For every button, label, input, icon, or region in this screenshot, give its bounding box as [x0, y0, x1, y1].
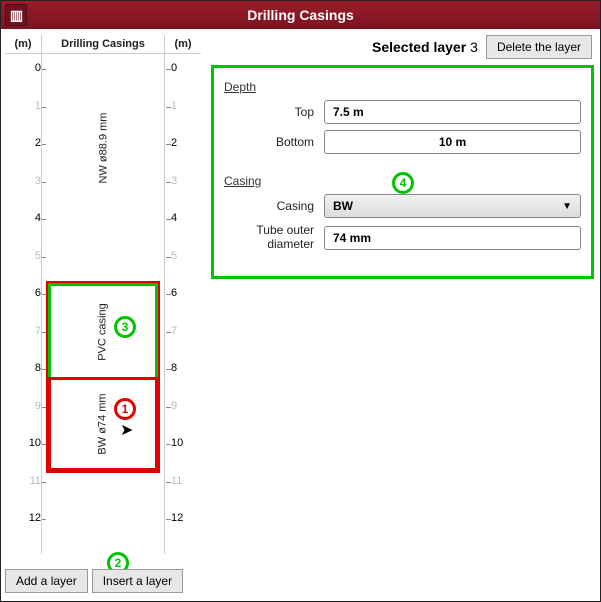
tick-0: 0	[5, 62, 41, 74]
tick-5: 5	[171, 250, 207, 262]
casing-select-value: BW	[333, 199, 353, 213]
tick-4: 4	[171, 212, 207, 224]
bottom-input[interactable]	[324, 130, 581, 154]
title-bar: ▥ Drilling Casings	[1, 1, 600, 29]
casing-label: Casing	[224, 199, 324, 213]
layer-1[interactable]: NW ø88.9 mm	[48, 54, 158, 241]
annotation-marker-4: 4	[392, 172, 414, 194]
diameter-input[interactable]	[324, 226, 581, 250]
add-layer-button[interactable]: Add a layer	[5, 569, 88, 593]
header-main: Drilling Casings	[41, 35, 165, 54]
column-headers: (m) Drilling Casings (m)	[5, 35, 201, 54]
tick-7: 7	[5, 325, 41, 337]
top-input[interactable]	[324, 100, 581, 124]
tick-9: 9	[5, 400, 41, 412]
tick-10: 10	[5, 437, 41, 449]
tick-2: 2	[5, 137, 41, 149]
window-title: Drilling Casings	[247, 7, 354, 23]
bottom-label: Bottom	[224, 135, 324, 149]
casing-select[interactable]: BW ▼	[324, 194, 581, 218]
tick-8: 8	[171, 362, 207, 374]
tick-12: 12	[171, 512, 207, 524]
layer-2-label: PVC casing	[97, 303, 109, 360]
selected-layer-index: 3	[470, 39, 478, 55]
left-panel: (m) Drilling Casings (m) 012345678910111…	[5, 35, 201, 593]
layer-1-label: NW ø88.9 mm	[97, 112, 109, 183]
layer-3[interactable]: BW ø74 mm	[48, 377, 158, 471]
selected-layer-row: Selected layer 3 Delete the layer	[211, 35, 594, 59]
layer-form: Depth Top Bottom 4 Casing Casing BW ▼ Tu…	[211, 65, 594, 279]
tick-11: 11	[171, 475, 207, 487]
tick-4: 4	[5, 212, 41, 224]
tick-6: 6	[171, 287, 207, 299]
right-panel: Selected layer 3 Delete the layer Depth …	[211, 35, 594, 279]
app-icon: ▥	[5, 4, 27, 26]
chevron-down-icon: ▼	[562, 201, 572, 212]
layer-3-label: BW ø74 mm	[97, 393, 109, 454]
header-unit-left: (m)	[5, 35, 41, 54]
bottom-buttons: Add a layer Insert a layer	[5, 569, 183, 593]
tick-3: 3	[171, 175, 207, 187]
header-unit-right: (m)	[165, 35, 201, 54]
layer-2[interactable]: PVC casing	[48, 283, 158, 377]
tick-2: 2	[171, 137, 207, 149]
content: (m) Drilling Casings (m) 012345678910111…	[1, 29, 600, 601]
delete-layer-button[interactable]: Delete the layer	[486, 35, 592, 59]
insert-layer-button[interactable]: Insert a layer	[92, 569, 183, 593]
tick-8: 8	[5, 362, 41, 374]
annotation-marker-1: 1	[114, 398, 136, 420]
top-label: Top	[224, 105, 324, 119]
tick-1: 1	[5, 100, 41, 112]
selected-layer-label: Selected layer 3	[372, 39, 478, 55]
tick-3: 3	[5, 175, 41, 187]
tick-7: 7	[171, 325, 207, 337]
annotation-marker-3: 3	[114, 316, 136, 338]
tick-10: 10	[171, 437, 207, 449]
depth-section-title: Depth	[224, 80, 581, 94]
tick-9: 9	[171, 400, 207, 412]
tick-12: 12	[5, 512, 41, 524]
tick-11: 11	[5, 475, 41, 487]
ruler-area: 0123456789101112 0123456789101112 NW ø88…	[5, 54, 201, 554]
tick-1: 1	[171, 100, 207, 112]
tick-6: 6	[5, 287, 41, 299]
layer-stack[interactable]: NW ø88.9 mm PVC casing BW ø74 mm 3 1 ➤	[41, 54, 165, 554]
tick-5: 5	[5, 250, 41, 262]
tick-0: 0	[171, 62, 207, 74]
diameter-label: Tube outer diameter	[224, 224, 324, 252]
